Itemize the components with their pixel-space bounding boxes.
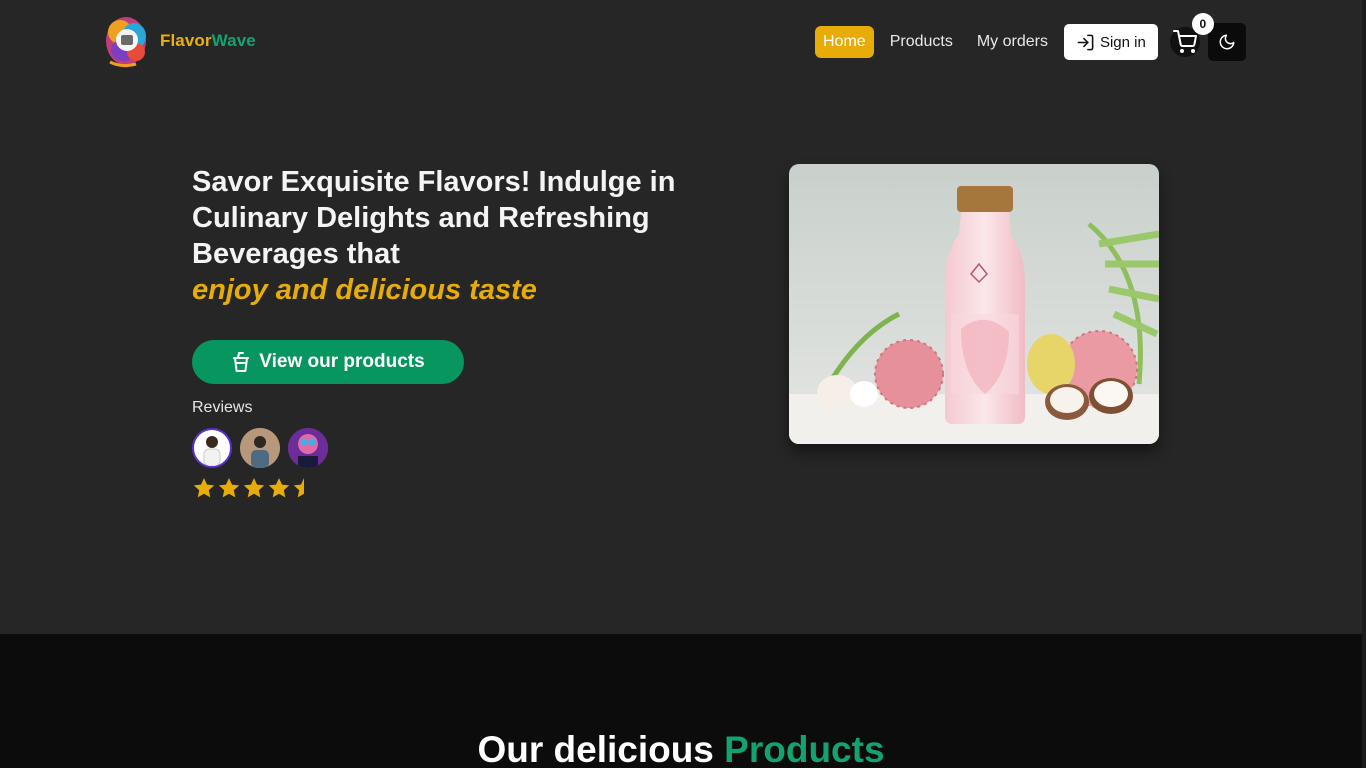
view-products-button[interactable]: View our products xyxy=(192,340,464,384)
main-nav: Home Products My orders Sign in 0 xyxy=(815,13,1246,61)
page-scrollbar[interactable] xyxy=(1362,0,1366,768)
brand-name: FlavorWave xyxy=(160,31,256,50)
hero-title: Savor Exquisite Flavors! Indulge in Culi… xyxy=(192,166,676,270)
sign-in-label: Sign in xyxy=(1099,33,1146,51)
nav-home[interactable]: Home xyxy=(815,26,874,58)
hero-accent-text: enjoy and delicious taste xyxy=(192,274,537,306)
reviewer-avatars xyxy=(192,428,336,468)
moon-icon xyxy=(1219,34,1235,50)
star-icon xyxy=(243,478,265,498)
hero-product-image xyxy=(789,164,1159,444)
login-arrow-icon xyxy=(1077,34,1094,50)
shopping-cart-icon xyxy=(1172,30,1197,53)
products-section: Our delicious Products xyxy=(0,634,1366,768)
brand-logo-link[interactable]: FlavorWave xyxy=(102,12,256,70)
site-header: FlavorWave Home Products My orders Sign … xyxy=(0,0,1366,84)
star-icon xyxy=(268,478,290,498)
avatar xyxy=(240,428,280,468)
nav-my-orders[interactable]: My orders xyxy=(969,26,1056,58)
star-icon xyxy=(193,478,215,498)
brand-logo-icon xyxy=(102,12,152,70)
cup-icon xyxy=(233,352,250,372)
avatar xyxy=(192,428,232,468)
products-section-title: Our delicious Products xyxy=(477,729,885,768)
star-icon xyxy=(218,478,240,498)
rating-stars xyxy=(192,476,317,500)
half-star-icon xyxy=(293,478,304,498)
cart-button[interactable]: 0 xyxy=(1169,13,1214,57)
theme-toggle-button[interactable] xyxy=(1207,23,1246,61)
view-products-label: View our products xyxy=(259,351,425,372)
nav-products[interactable]: Products xyxy=(882,26,961,58)
cart-count-badge: 0 xyxy=(1191,13,1214,35)
reviews-label: Reviews xyxy=(192,399,253,416)
avatar xyxy=(288,428,328,468)
sign-in-button[interactable]: Sign in xyxy=(1063,24,1158,60)
